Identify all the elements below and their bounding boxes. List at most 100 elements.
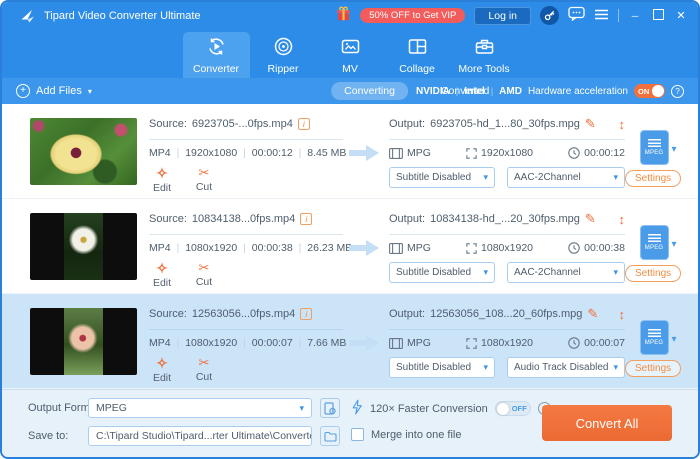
divider xyxy=(149,139,343,140)
maximize-button[interactable] xyxy=(651,9,665,23)
profile-icon xyxy=(647,329,661,337)
cut-button[interactable]: Cut xyxy=(191,261,217,289)
login-button[interactable]: Log in xyxy=(474,6,531,25)
close-button[interactable] xyxy=(674,9,688,22)
profile-caret-icon[interactable] xyxy=(672,139,677,157)
meta-divider: | xyxy=(298,147,302,159)
output-duration: 00:00:38 xyxy=(584,242,625,254)
tab-label: MV xyxy=(342,62,358,75)
app-title: Tipard Video Converter Ultimate xyxy=(44,9,201,22)
faster-conversion-toggle[interactable]: OFF xyxy=(494,401,531,416)
vip-offer-badge[interactable]: 50% OFF to Get VIP xyxy=(360,8,466,23)
register-key-icon[interactable] xyxy=(540,6,559,25)
tab-ripper[interactable]: Ripper xyxy=(250,32,317,78)
output-format: MPG xyxy=(407,242,431,254)
divider xyxy=(389,234,625,235)
subtitle-dropdown[interactable]: Subtitle Disabled xyxy=(389,167,495,188)
tab-mv[interactable]: MV xyxy=(317,32,384,78)
info-icon[interactable] xyxy=(300,213,313,225)
chevron-down-icon xyxy=(478,172,488,183)
source-duration: 00:00:12 xyxy=(251,147,293,159)
edit-label: Edit xyxy=(152,182,172,194)
cut-button[interactable]: Cut xyxy=(191,356,217,384)
convert-all-button[interactable]: Convert All xyxy=(542,405,672,441)
rename-icon[interactable] xyxy=(585,211,596,227)
help-icon[interactable] xyxy=(671,84,684,98)
audio-dropdown[interactable]: AAC-2Channel xyxy=(507,262,625,283)
ripper-icon xyxy=(273,36,294,60)
titlebar-divider xyxy=(618,9,619,22)
add-files-label: Add Files xyxy=(36,85,82,97)
audio-dropdown[interactable]: Audio Track Disabled xyxy=(507,357,625,378)
output-format-value: MPEG xyxy=(96,402,127,414)
audio-value: AAC-2Channel xyxy=(514,267,581,278)
subtitle-dropdown[interactable]: Subtitle Disabled xyxy=(389,262,495,283)
toggle-state-label: OFF xyxy=(511,404,527,413)
info-icon[interactable] xyxy=(297,118,310,130)
tab-label: Ripper xyxy=(267,62,299,75)
meta-divider: | xyxy=(243,147,246,159)
menu-icon[interactable] xyxy=(594,7,609,25)
minimize-button[interactable] xyxy=(628,10,642,22)
source-duration: 00:00:07 xyxy=(251,337,293,349)
profile-label: MPEG xyxy=(644,150,664,156)
toolbox-icon xyxy=(474,36,495,60)
chevron-down-icon xyxy=(294,402,304,414)
gift-icon[interactable] xyxy=(336,5,351,26)
tab-converter[interactable]: Converter xyxy=(182,32,250,78)
footer: Output Format: MPEG 120× Faster Conversi… xyxy=(2,389,698,457)
tab-more-tools[interactable]: More Tools xyxy=(451,32,518,78)
edit-button[interactable]: Edit xyxy=(149,261,175,289)
source-format: MP4 xyxy=(149,337,171,349)
meta-divider: | xyxy=(176,242,180,254)
apply-to-all-button[interactable] xyxy=(320,398,340,418)
file-row[interactable]: Source: 10834138...0fps.mp4 MP4 | 1080x19… xyxy=(2,199,698,294)
output-filename: 6923705-hd_1...80_30fps.mpg xyxy=(430,118,580,130)
save-to-dropdown[interactable]: C:\Tipard Studio\Tipard...rter Ultimate\… xyxy=(88,426,312,446)
output-profile-button[interactable]: MPEG xyxy=(639,320,669,355)
output-profile-button[interactable]: MPEG xyxy=(639,130,669,165)
settings-button[interactable]: Settings xyxy=(625,265,682,282)
converting-tab[interactable]: Converting xyxy=(331,82,408,100)
rename-icon[interactable] xyxy=(585,116,596,132)
feedback-icon[interactable] xyxy=(568,6,585,26)
tab-collage[interactable]: Collage xyxy=(384,32,451,78)
collage-icon xyxy=(407,36,428,60)
audio-dropdown[interactable]: AAC-2Channel xyxy=(507,167,625,188)
arrow-right-icon xyxy=(347,334,381,357)
video-thumbnail[interactable] xyxy=(30,118,137,185)
cut-label: Cut xyxy=(195,371,213,383)
info-icon[interactable] xyxy=(300,308,313,320)
brand-divider: | xyxy=(490,86,494,96)
edit-button[interactable]: Edit xyxy=(149,356,175,384)
add-files-button[interactable]: Add Files xyxy=(16,84,92,98)
subtitle-dropdown[interactable]: Subtitle Disabled xyxy=(389,357,495,378)
file-row[interactable]: Source: 12563056...0fps.mp4 MP4 | 1080x19… xyxy=(2,294,698,389)
file-row[interactable]: Source: 6923705-...0fps.mp4 MP4 | 1920x10… xyxy=(2,104,698,199)
merge-checkbox[interactable] xyxy=(351,428,364,441)
edit-button[interactable]: Edit xyxy=(149,166,175,194)
output-format-dropdown[interactable]: MPEG xyxy=(88,398,312,418)
film-icon xyxy=(389,242,403,254)
profile-caret-icon[interactable] xyxy=(672,329,677,347)
cut-button[interactable]: Cut xyxy=(191,166,217,194)
hw-accel-toggle[interactable]: ON xyxy=(634,84,665,98)
output-prefix: Output: xyxy=(389,118,426,130)
output-filename: 10834138-hd_...20_30fps.mpg xyxy=(430,213,580,225)
scissors-icon xyxy=(199,261,210,275)
video-thumbnail[interactable] xyxy=(30,308,137,375)
open-folder-button[interactable] xyxy=(320,426,340,446)
settings-button[interactable]: Settings xyxy=(625,170,682,187)
film-icon xyxy=(389,337,403,349)
rename-icon[interactable] xyxy=(587,306,598,322)
settings-button[interactable]: Settings xyxy=(625,360,682,377)
output-filename: 12563056_108...20_60fps.mpg xyxy=(430,308,583,320)
toolbar: Add Files Converting Converted NVIDIA | … xyxy=(2,78,698,104)
profile-caret-icon[interactable] xyxy=(672,234,677,252)
video-thumbnail[interactable] xyxy=(30,213,137,280)
source-filename: 6923705-...0fps.mp4 xyxy=(191,118,293,130)
tab-label: Converter xyxy=(192,62,240,75)
output-profile-button[interactable]: MPEG xyxy=(639,225,669,260)
output-duration: 00:00:07 xyxy=(584,337,625,349)
merge-option[interactable]: Merge into one file xyxy=(351,428,462,441)
